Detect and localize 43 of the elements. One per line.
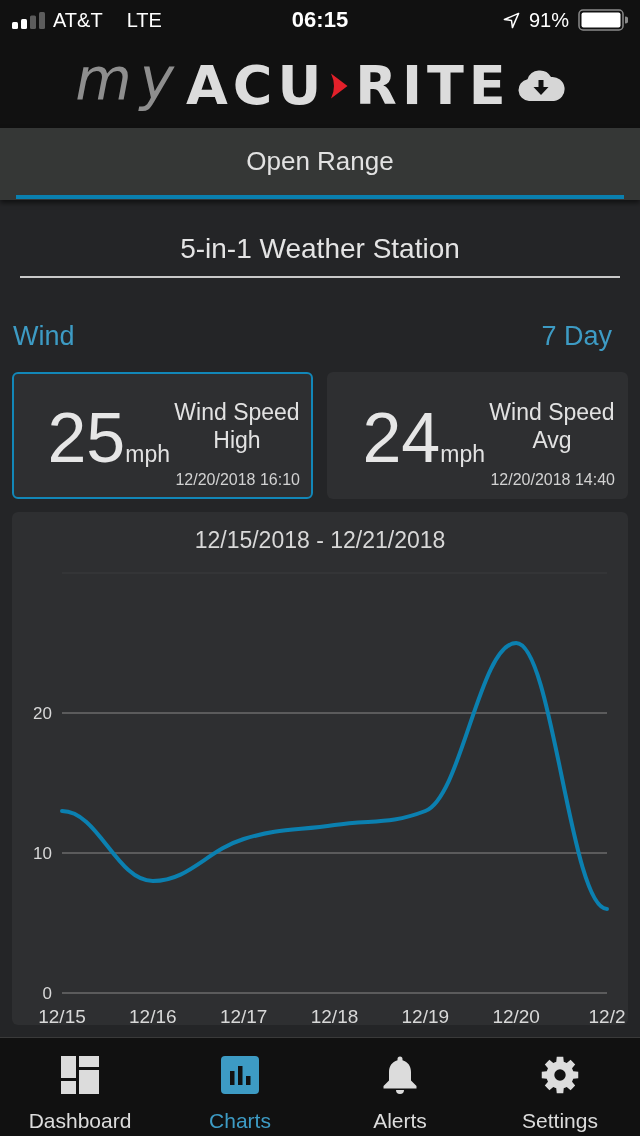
chevron-icon [330, 73, 349, 99]
unit-label: mph [125, 441, 170, 467]
x-axis-label: 12/17 [219, 1006, 268, 1025]
gear-icon [540, 1056, 580, 1094]
location-arrow-icon [502, 11, 520, 29]
period-label[interactable]: 7 Day [541, 320, 612, 352]
nav-tab[interactable]: Charts [160, 1038, 320, 1136]
battery-percent: 91% [528, 8, 569, 32]
nav-tab[interactable]: Dashboard [0, 1038, 160, 1136]
chart-title: 12/15/2018 - 12/21/2018 [194, 527, 446, 553]
speed-value: 25 [47, 407, 126, 470]
speed-value: 24 [362, 407, 441, 470]
clock-time: 06:15 [291, 7, 349, 33]
x-axis-label: 12/18 [310, 1006, 359, 1025]
y-axis-label: 20 [33, 704, 52, 723]
signal-icon [12, 11, 45, 29]
y-axis-label: 10 [33, 844, 52, 863]
reading-title: Wind Speed High [174, 398, 300, 454]
x-axis-label: 12/19 [401, 1006, 450, 1025]
battery-icon [578, 9, 628, 31]
timestamp: 12/20/2018 16:10 [175, 470, 300, 489]
logo-word: RITE [355, 59, 511, 113]
bar-chart-icon [221, 1056, 259, 1094]
unit-label: mph [440, 441, 485, 467]
logo-word: ACU [186, 59, 327, 113]
reading-card[interactable]: 25mph Wind Speed High 12/20/2018 16:10 [12, 372, 313, 499]
reading-title: Wind Speed Avg [489, 398, 615, 454]
timestamp: 12/20/2018 14:40 [490, 470, 615, 489]
reading-card[interactable]: 24mph Wind Speed Avg 12/20/2018 14:40 [327, 372, 628, 499]
x-axis-label: 12/20 [492, 1006, 540, 1025]
carrier-name: AT&T [53, 8, 103, 32]
nav-tab[interactable]: Settings [480, 1038, 640, 1136]
tiles-icon [61, 1056, 99, 1094]
nav-tab[interactable]: Alerts [320, 1038, 480, 1136]
sensor-label: Wind [13, 320, 75, 352]
network-type: LTE [126, 8, 162, 32]
y-axis-label: 0 [42, 984, 52, 1003]
bell-icon [382, 1056, 418, 1094]
cloud-download-icon[interactable] [516, 70, 565, 102]
station-title: 5-in-1 Weather Station [180, 234, 460, 264]
x-axis-label: 12/2 [588, 1006, 626, 1025]
x-axis-label: 12/16 [129, 1006, 177, 1025]
x-axis-label: 12/15 [38, 1006, 86, 1025]
